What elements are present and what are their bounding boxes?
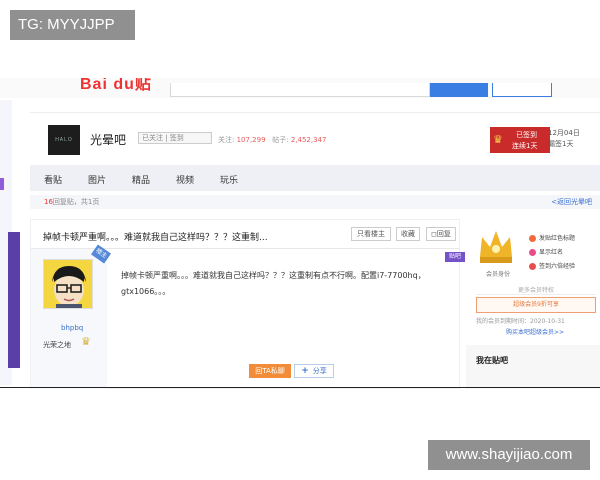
back-to-forum-link[interactable]: <返回光晕吧 xyxy=(551,195,592,209)
tab-fun[interactable]: 玩乐 xyxy=(220,173,238,186)
left-edge-accent xyxy=(0,178,4,190)
tab-images[interactable]: 图片 xyxy=(88,173,106,186)
search-button[interactable] xyxy=(430,83,488,97)
perk-red-name-label: 显示红名 xyxy=(539,249,564,256)
reply-count: 16回复贴，共1页 xyxy=(44,195,99,209)
search-all-button[interactable] xyxy=(492,83,552,97)
tab-featured[interactable]: 精品 xyxy=(132,173,150,186)
vip-buy-link[interactable]: 购买本吧超级会员>> xyxy=(506,327,564,336)
posts-label: 帖子: xyxy=(272,136,289,144)
watermark-top-left: TG: MYYJJPP xyxy=(10,10,135,40)
forum-name[interactable]: 光晕吧 xyxy=(90,131,126,148)
share-button[interactable]: + 分享 xyxy=(294,364,334,378)
forum-window: HALO 光晕吧 已关注 | 签到 关注: 107,299 帖子: 2,452,… xyxy=(30,112,600,389)
tab-posts[interactable]: 看贴 xyxy=(44,173,62,186)
reply-private-button[interactable]: 回TA私聊 xyxy=(249,364,291,378)
posts-count: 2,452,347 xyxy=(290,136,327,144)
sign-status: 已签到 xyxy=(516,131,537,139)
exp-icon xyxy=(529,263,536,270)
watermark-bottom-right: www.shayijiao.com xyxy=(428,440,590,470)
author-badge: 光荣之地 xyxy=(43,341,71,349)
member-sidebar: 会员身份 发贴红色标题 显示红名 签到六倍经验 更多会员特权 超级会员9折可享 … xyxy=(466,219,600,389)
vip-crown-icon xyxy=(476,227,516,267)
post-title: 掉帧卡顿严重啊。。。难道就我自己这样吗？？？这重制... xyxy=(43,233,268,243)
perk-exp-label: 签到六倍经验 xyxy=(539,263,576,270)
vip-discount-button[interactable]: 超级会员9折可享 xyxy=(476,297,596,313)
only-op-button[interactable]: 只看楼主 xyxy=(351,227,391,241)
tab-videos[interactable]: 视频 xyxy=(176,173,194,186)
reply-top-button[interactable]: ◻回复 xyxy=(426,227,456,241)
search-input[interactable] xyxy=(170,83,430,97)
crown-icon: ♛ xyxy=(493,133,503,146)
author-name[interactable]: bhpbq xyxy=(61,324,83,332)
my-tieba-section: 我在贴吧 xyxy=(466,345,600,389)
follow-button[interactable]: 已关注 | 签到 xyxy=(138,132,212,144)
vip-expire-text: 我的会员到期时间：2020-10-31 xyxy=(476,318,565,325)
perk-red-name: 显示红名 xyxy=(529,247,563,256)
my-tieba-title: 我在贴吧 xyxy=(476,356,508,365)
forum-nav: 看贴 图片 精品 视频 玩乐 xyxy=(30,165,600,191)
site-logo[interactable]: Bai du贴吧 xyxy=(80,78,162,92)
red-title-icon xyxy=(529,235,536,242)
post-body: 掉帧卡顿严重啊。。。难道就我自己这样吗？？？这重制有点不行啊。配置i7-7700… xyxy=(121,271,426,296)
members-count: 107,299 xyxy=(236,136,266,144)
plus-icon: + xyxy=(301,366,309,376)
avatar-face-icon xyxy=(44,260,92,308)
members-label: 关注: xyxy=(218,136,235,144)
sign-date-day: 12月04日 xyxy=(548,129,580,137)
author-panel xyxy=(31,249,107,389)
perk-exp: 签到六倍经验 xyxy=(529,261,575,270)
site-logo-fragment: Bai du贴吧 xyxy=(80,78,152,92)
sign-missed: 漏签1天 xyxy=(548,140,574,148)
forum-logo[interactable]: HALO xyxy=(48,125,80,155)
reply-count-number: 16 xyxy=(44,198,53,206)
perk-red-title-label: 发贴红色标题 xyxy=(539,235,576,242)
author-crown-icon: ♛ xyxy=(81,335,91,348)
screenshot-stage: TG: MYYJJPP www.shayijiao.com Bai du贴吧 H… xyxy=(0,0,600,480)
sign-streak: 连续1天 xyxy=(512,142,538,150)
forum-stats: 关注: 107,299 帖子: 2,452,347 xyxy=(218,135,326,145)
thread-info-bar: 16回复贴，共1页 <返回光晕吧 xyxy=(30,195,600,209)
avatar[interactable] xyxy=(43,259,93,309)
red-name-icon xyxy=(529,249,536,256)
more-perks-link[interactable]: 更多会员特权 xyxy=(476,285,596,295)
favorite-button[interactable]: 收藏 xyxy=(396,227,420,241)
app-tag: 贴吧 xyxy=(445,252,465,262)
sign-in-button[interactable]: ♛ 已签到 连续1天 xyxy=(490,127,550,153)
reply-count-text: 回复贴，共1页 xyxy=(52,198,100,206)
forum-header: HALO 光晕吧 已关注 | 签到 关注: 107,299 帖子: 2,452,… xyxy=(30,113,600,165)
sign-date: 12月04日 漏签1天 xyxy=(548,128,588,150)
post-card: 掉帧卡顿严重啊。。。难道就我自己这样吗？？？这重制... 只看楼主 收藏 ◻回复 xyxy=(30,219,465,389)
perk-red-title: 发贴红色标题 xyxy=(529,233,575,242)
window-bottom-border xyxy=(0,387,600,388)
reply-top-label: 回复 xyxy=(436,230,451,238)
left-side-panel xyxy=(8,232,20,368)
share-label: 分享 xyxy=(312,367,327,375)
vip-label: 会员身份 xyxy=(486,271,511,278)
